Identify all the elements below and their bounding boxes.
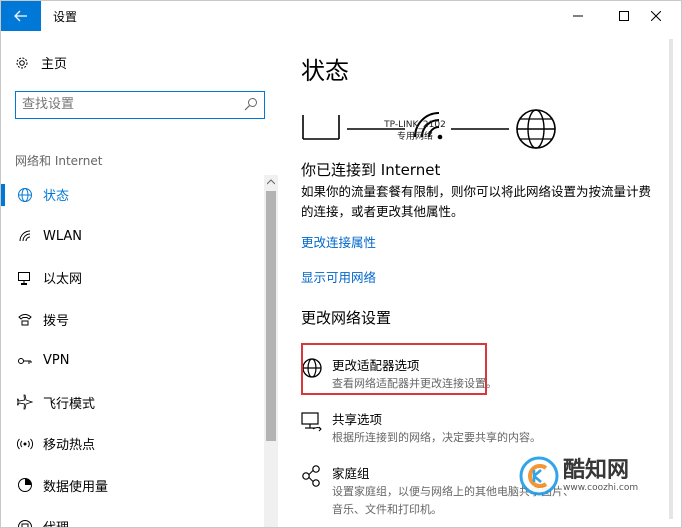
show-available-networks-link[interactable]: 显示可用网络 [301, 267, 376, 286]
sidebar-item-hotspot[interactable]: 移动热点 [1, 423, 263, 465]
data-usage-icon [14, 474, 36, 496]
sidebar: 主页 网络和 Internet 状态 WLAN [1, 31, 279, 527]
minimize-button[interactable] [555, 1, 601, 31]
close-button[interactable] [633, 1, 679, 31]
option-title: 家庭组 [332, 466, 370, 481]
vpn-icon [14, 350, 36, 372]
gear-icon [16, 57, 28, 68]
settings-window: 设置 主页 网络和 Internet [0, 0, 682, 528]
home-link[interactable]: 主页 [15, 53, 67, 72]
home-label: 主页 [41, 57, 68, 72]
network-name: TP-LINK_2102 [384, 120, 446, 130]
scroll-up-button[interactable] [264, 175, 278, 189]
sidebar-item-ethernet[interactable]: 以太网 [1, 257, 263, 299]
sidebar-item-label: 飞行模式 [43, 396, 96, 412]
sharing-icon [301, 412, 322, 432]
sidebar-item-data-usage[interactable]: 数据使用量 [1, 465, 263, 507]
sidebar-item-wlan[interactable]: WLAN [1, 216, 263, 258]
maximize-icon [619, 11, 629, 21]
sidebar-item-label: 移动热点 [43, 438, 96, 454]
connected-heading: 你已连接到 Internet [301, 161, 441, 179]
homegroup-icon [302, 465, 320, 487]
network-type: 专用网络 [396, 132, 433, 142]
connected-description: 如果你的流量套餐有限制，则你可以将此网络设置为按流量计费的连接，或者更改其他属性… [301, 184, 652, 219]
sidebar-item-dialup[interactable]: 拨号 [1, 299, 263, 341]
back-arrow-icon [14, 10, 27, 22]
sidebar-item-label: 数据使用量 [43, 479, 109, 495]
sidebar-item-label: 拨号 [43, 313, 70, 329]
option-title: 共享选项 [332, 412, 383, 427]
watermark-logo-icon [519, 456, 559, 496]
sidebar-item-airplane-mode[interactable]: 飞行模式 [1, 382, 263, 424]
minimize-icon [573, 15, 583, 17]
sidebar-nav: 状态 WLAN 以太网 拨号 VPN 飞行模式 移动热点 数据使用量 [1, 174, 263, 527]
watermark: 酷知网 www.coozhi.com [519, 453, 669, 499]
computer-icon [302, 115, 340, 140]
search-input[interactable] [16, 92, 236, 116]
wifi-icon [14, 225, 36, 247]
title-bar: 设置 [1, 1, 681, 31]
sidebar-item-label: 以太网 [43, 272, 83, 288]
hotspot-icon [14, 433, 36, 455]
close-icon [651, 11, 661, 21]
sharing-options-item[interactable]: 共享选项 根据所连接到的网络，决定要共享的内容。 [299, 409, 589, 457]
change-settings-heading: 更改网络设置 [301, 309, 392, 327]
airplane-icon [14, 391, 36, 413]
sidebar-item-status[interactable]: 状态 [1, 174, 263, 216]
highlight-box [301, 343, 487, 395]
search-icon[interactable] [244, 97, 258, 111]
scroll-thumb[interactable] [266, 191, 276, 441]
globe-icon [14, 184, 36, 206]
sidebar-item-vpn[interactable]: VPN [1, 340, 263, 382]
ethernet-icon [14, 267, 36, 289]
sidebar-scrollbar[interactable] [264, 175, 278, 527]
internet-globe-icon [516, 109, 556, 149]
page-title: 状态 [301, 57, 349, 85]
back-button[interactable] [1, 1, 41, 31]
watermark-url: www.coozhi.com [563, 483, 639, 493]
dialup-icon [14, 308, 36, 330]
main-scroll-thumb[interactable] [669, 39, 673, 519]
network-label: TP-LINK_2102 专用网络 [375, 119, 455, 143]
search-box[interactable] [15, 91, 265, 119]
change-connection-properties-link[interactable]: 更改连接属性 [301, 232, 376, 251]
sidebar-item-label: WLAN [43, 228, 83, 244]
sidebar-item-label: 状态 [43, 189, 70, 205]
watermark-name: 酷知网 [563, 458, 630, 483]
window-title: 设置 [53, 10, 78, 24]
sidebar-item-proxy[interactable]: 代理 [1, 506, 263, 527]
option-description: 根据所连接到的网络，决定要共享的内容。 [332, 431, 541, 444]
proxy-icon [14, 516, 36, 527]
section-label: 网络和 Internet [15, 154, 103, 168]
sidebar-item-label: VPN [43, 353, 70, 369]
sidebar-item-label: 代理 [43, 517, 69, 527]
chevron-up-icon [267, 179, 275, 185]
